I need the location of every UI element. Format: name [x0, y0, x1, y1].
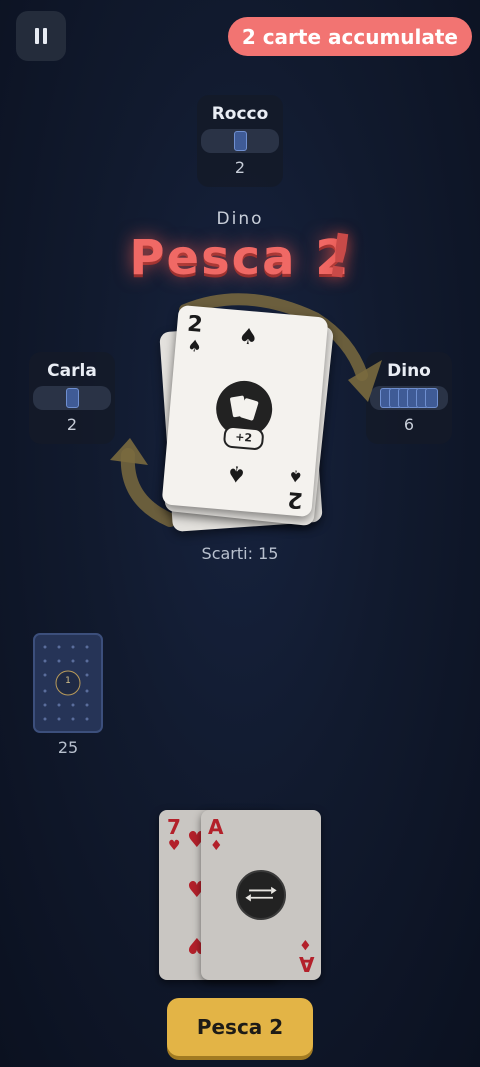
plus-two-badge: +2 — [222, 425, 265, 451]
card-rank: 2 — [286, 486, 304, 513]
opponent-card-count: 2 — [234, 158, 246, 177]
deck-count: 25 — [57, 738, 79, 757]
draw-deck[interactable]: 1 — [33, 633, 103, 733]
draw-two-button[interactable]: Pesca 2 — [167, 998, 313, 1056]
spade-icon: ♠ — [225, 459, 248, 487]
draw-two-emblem: +2 — [213, 378, 275, 451]
action-announcement: Pesca 2 — [129, 230, 351, 286]
hand-card-ace-diamonds[interactable]: A ♦ ♦ A — [201, 810, 321, 980]
opponent-top: Rocco 2 — [197, 95, 283, 187]
discard-pile: 2 ♠ ♠ +2 ♠ ♠ 2 — [159, 304, 340, 545]
opponent-name: Rocco — [211, 104, 269, 124]
pause-button[interactable] — [16, 11, 66, 61]
card-rank: 7 — [167, 815, 181, 839]
spade-icon: ♠ — [237, 324, 260, 351]
spade-icon: ♠ — [287, 466, 304, 487]
heart-icon: ♥ — [168, 838, 181, 854]
stack-badge: 2 carte accumulate — [227, 17, 472, 56]
card-back-icon — [65, 388, 79, 408]
card-back-icon — [425, 388, 438, 408]
swap-arrows-icon — [245, 886, 277, 902]
discard-top-card: 2 ♠ ♠ +2 ♠ ♠ 2 — [161, 304, 329, 518]
card-rank: 2 — [186, 311, 204, 338]
spade-icon: ♠ — [186, 335, 203, 356]
discard-count-label: Scarti: 15 — [201, 544, 279, 563]
opponent-cards — [201, 129, 279, 153]
diamond-icon: ♦ — [210, 838, 223, 854]
pause-icon — [35, 28, 47, 44]
card-rank: A — [208, 815, 224, 839]
swap-icon — [236, 870, 286, 920]
current-player-label: Dino — [216, 209, 264, 229]
card-rank: A — [298, 952, 314, 976]
deck-marker: 1 — [65, 676, 71, 686]
card-back-icon — [233, 131, 247, 151]
diamond-icon: ♦ — [299, 936, 312, 952]
